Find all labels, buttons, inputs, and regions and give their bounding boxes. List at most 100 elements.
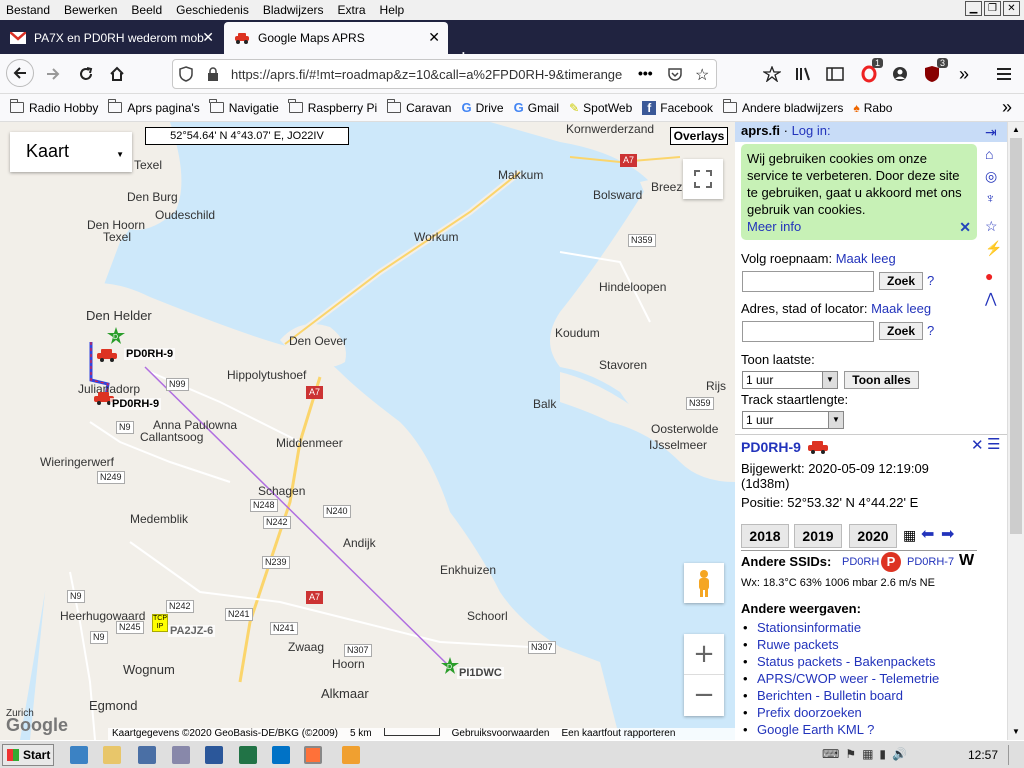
compass-icon[interactable]: ◎ [985,168,1005,190]
map-type-dropdown[interactable]: Kaart ▼ [10,132,132,172]
list-item[interactable]: Ruwe packets [743,636,939,653]
bookmark-radio-hobby[interactable]: Radio Hobby [9,99,98,115]
sidebar-icon[interactable] [823,62,847,86]
station-callsign-label[interactable]: PI1DWC [457,667,504,679]
save-app-icon[interactable] [138,746,156,764]
login-link[interactable]: Log in: [792,123,831,138]
station-menu-icon[interactable]: ☰ [987,435,1000,453]
zoom-in-button[interactable]: + [684,634,724,675]
antenna-icon[interactable]: ♆ [985,190,1005,218]
search-callsign-button[interactable]: Zoek [879,272,923,290]
scroll-up-arrow-icon[interactable]: ▲ [1008,122,1024,138]
calendar-app-icon[interactable] [172,746,190,764]
list-item[interactable]: Prefix doorzoeken [743,704,939,721]
overlays-button[interactable]: Overlays [670,127,728,145]
color-balls-icon[interactable]: ● [985,268,1005,290]
list-item[interactable]: Status packets - Bakenpackets [743,653,939,670]
bookmark-navigatie[interactable]: Navigatie [209,99,279,115]
shield-icon[interactable] [179,66,193,85]
scroll-thumb[interactable] [1010,138,1022,534]
bookmark-caravan[interactable]: Caravan [386,99,451,115]
menu-help[interactable]: Help [373,0,412,20]
scroll-down-arrow-icon[interactable]: ▼ [1008,724,1024,740]
excel-icon[interactable] [239,746,257,764]
view-link[interactable]: Berichten - Bulletin board [757,688,903,703]
list-item[interactable]: Google Earth KML ? [743,721,939,738]
view-link[interactable]: Google Earth KML ? [757,722,874,737]
bookmark-aprs-paginas[interactable]: Aprs pagina's [107,99,200,115]
bookmark-drive[interactable]: G Drive [461,100,503,115]
list-item[interactable]: APRS/CWOP weer - Telemetrie [743,670,939,687]
panel-scrollbar[interactable]: ▲ ▼ [1007,122,1024,740]
more-info-link[interactable]: Meer info [747,219,801,234]
view-link[interactable]: Stationsinformatie [757,620,861,635]
help-link[interactable]: ? [927,273,934,288]
calendar-icon[interactable]: ▦ [903,527,916,544]
close-window-button[interactable]: ✕ [1003,1,1020,16]
internet-explorer-icon[interactable] [70,746,88,764]
station-callsign[interactable]: PD0RH-9 [741,439,801,455]
minimize-button[interactable]: ▁ [965,1,982,16]
back-button[interactable] [6,59,34,87]
view-link[interactable]: Prefix doorzoeken [757,705,862,720]
more-actions-icon[interactable]: ••• [638,65,653,81]
restore-button[interactable]: ❐ [984,1,1001,16]
list-item[interactable]: Stationsinformatie [743,619,939,636]
forward-button[interactable] [41,62,65,86]
ssid-link[interactable]: PD0RH-7 [907,556,954,568]
menu-beeld[interactable]: Beeld [124,0,169,20]
tab-gmail[interactable]: PA7X en PD0RH wederom mobiel - ✕ [0,22,222,54]
ublock-icon[interactable]: 3 [920,58,948,86]
collapse-panel-icon[interactable]: ⇥ [985,124,1005,146]
show-desktop-button[interactable] [1008,745,1022,765]
street-view-pegman-button[interactable] [684,563,724,603]
address-input[interactable] [742,321,874,342]
show-all-button[interactable]: Toon alles [844,371,919,389]
lock-icon[interactable] [207,67,219,84]
view-link[interactable]: APRS/CWOP weer - Telemetrie [757,671,939,686]
bookmark-gmail[interactable]: G Gmail [514,100,559,115]
help-link[interactable]: ? [927,323,934,338]
overflow-chevron-icon[interactable]: » [952,62,976,86]
year-tab-2020[interactable]: 2020 [849,524,897,548]
close-tab-icon[interactable]: ✕ [202,30,214,46]
arrow-right-icon[interactable]: ➡ [941,524,954,544]
menu-geschiedenis[interactable]: Geschiedenis [169,0,256,20]
menu-bladwijzers[interactable]: Bladwijzers [256,0,331,20]
year-tab-2018[interactable]: 2018 [741,524,789,548]
home-button[interactable] [105,62,129,86]
report-map-error-link[interactable]: Een kaartfout rapporteren [561,728,675,740]
firefox-icon[interactable] [304,746,322,764]
year-tab-2019[interactable]: 2019 [794,524,842,548]
star-icon[interactable]: ☆ [985,218,1005,240]
zoom-out-button[interactable]: − [684,675,724,716]
search-address-button[interactable]: Zoek [879,322,923,340]
close-cookie-icon[interactable]: ✕ [959,219,971,236]
tab-google-maps-aprs[interactable]: Google Maps APRS ✕ [224,22,448,54]
bookmark-star-icon[interactable]: ☆ [695,65,709,85]
close-tab-icon[interactable]: ✕ [428,30,440,46]
word-icon[interactable] [205,746,223,764]
tower-icon[interactable]: ⚡ [985,240,1005,268]
bookmark-andere-bladwijzers[interactable]: Andere bladwijzers [722,99,843,115]
scale-label[interactable]: 5 km [350,728,372,740]
bookmark-rabo[interactable]: ♠ Rabo [853,101,892,115]
track-length-select[interactable]: 1 uur ▼ [742,411,844,429]
fullscreen-button[interactable] [683,159,723,199]
map-canvas[interactable]: Texel Den Burg Oudeschild Den Hoorn Texe… [0,122,735,740]
bookmarks-overflow-icon[interactable]: » [1002,97,1012,118]
bookmark-raspberry-pi[interactable]: Raspberry Pi [288,99,377,115]
close-station-icon[interactable]: ✕ [971,436,984,454]
list-item[interactable]: Berichten - Bulletin board [743,687,939,704]
show-last-select[interactable]: 1 uur ▼ [742,371,838,389]
menu-bestand[interactable]: Bestand [0,0,57,20]
hamburger-menu-icon[interactable] [992,62,1016,86]
pocket-icon[interactable] [667,66,683,85]
arrow-left-icon[interactable]: ⬅ [921,524,934,544]
station-callsign-label[interactable]: PD0RH-9 [124,348,176,360]
url-bar[interactable]: https://aprs.fi/#!mt=roadmap&z=10&call=a… [172,59,717,89]
station-callsign-label[interactable]: PA2JZ-6 [168,625,216,637]
callsign-input[interactable] [742,271,874,292]
tcpip-icon[interactable]: TCP IP [152,614,168,632]
outlook-icon[interactable] [272,746,290,764]
